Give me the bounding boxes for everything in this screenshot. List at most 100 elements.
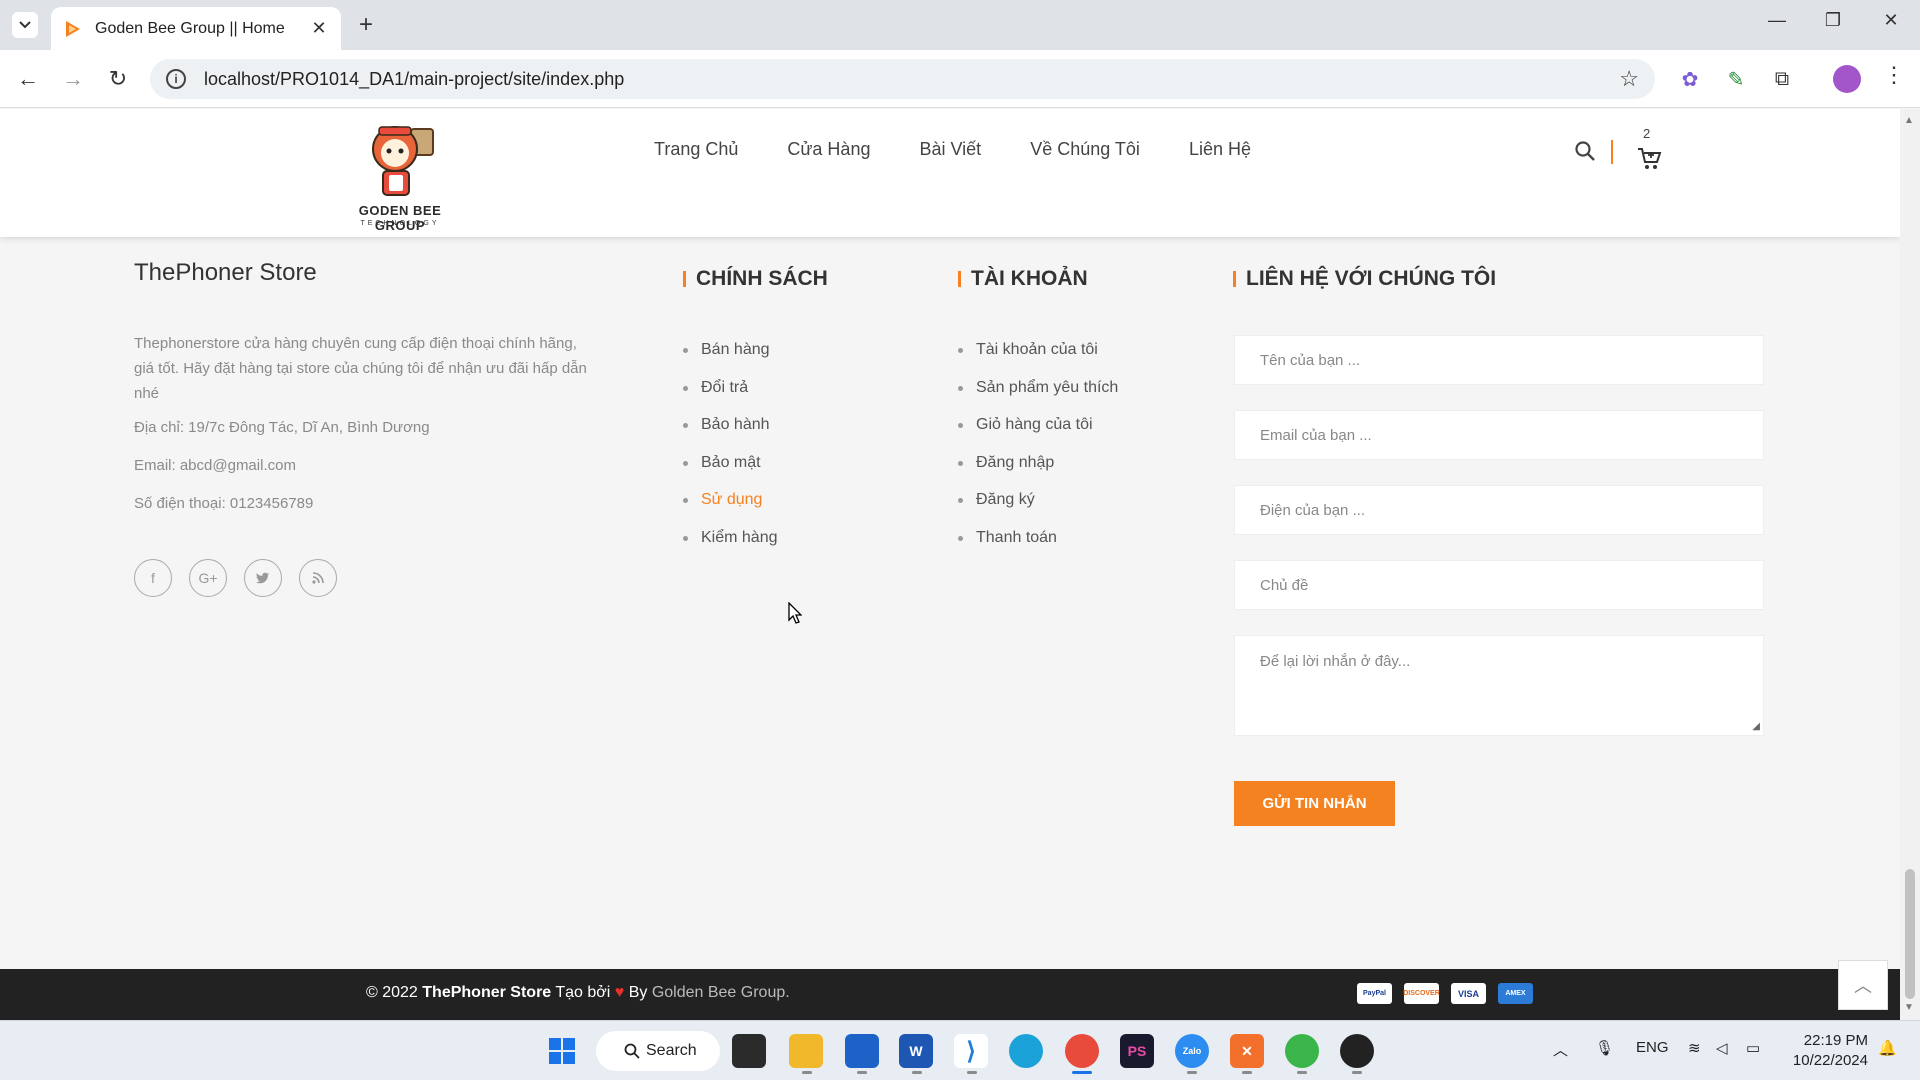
running-indicator <box>1297 1071 1307 1074</box>
send-message-button[interactable]: GỬI TIN NHẮN <box>1234 781 1395 826</box>
name-field[interactable]: Tên của bạn ... <box>1234 335 1764 385</box>
extension-gear-icon[interactable]: ✿ <box>1676 65 1704 93</box>
battery-icon[interactable]: ▭ <box>1746 1039 1760 1057</box>
account-link-register[interactable]: Đăng ký <box>958 491 1118 529</box>
google-plus-icon[interactable]: G+ <box>189 559 227 597</box>
system-clock[interactable]: 22:19 PM 10/22/2024 <box>1786 1031 1868 1071</box>
policy-link-warranty[interactable]: Bảo hành <box>683 416 778 454</box>
extension-pen-icon[interactable]: ✎ <box>1722 65 1750 93</box>
scroll-thumb[interactable] <box>1905 869 1915 999</box>
policy-link-returns[interactable]: Đổi trả <box>683 379 778 417</box>
back-button[interactable]: ← <box>13 64 43 94</box>
page-viewport: GODEN BEE GROUP TECHNOLOGY Trang Chủ Cửa… <box>0 109 1900 1020</box>
windows-start-icon[interactable] <box>545 1034 579 1068</box>
resize-handle-icon[interactable]: ◢ <box>1752 721 1760 732</box>
payment-methods: PayPal DISCOVER VISA AMEX <box>1357 983 1533 1004</box>
address-bar[interactable]: i localhost/PRO1014_DA1/main-project/sit… <box>150 59 1655 99</box>
new-tab-button[interactable]: + <box>352 11 380 39</box>
rss-glyph <box>312 572 324 584</box>
policy-link-privacy[interactable]: Bảo mật <box>683 454 778 492</box>
tab-list-button[interactable] <box>12 12 38 38</box>
logo-text: GODEN BEE GROUP <box>358 203 442 233</box>
policy-link-sales[interactable]: Bán hàng <box>683 341 778 379</box>
store-icon[interactable] <box>845 1034 879 1068</box>
forward-button[interactable]: → <box>58 64 88 94</box>
email-field[interactable]: Email của bạn ... <box>1234 410 1764 460</box>
wifi-icon[interactable]: ≋ <box>1688 1039 1701 1057</box>
messaging-app-icon[interactable] <box>1285 1034 1319 1068</box>
taskbar: Search W ⟩ PS Zalo ✕ ︿ 🎙 ENG ≋ ◁ ▭ 22:19… <box>0 1020 1920 1080</box>
language-indicator[interactable]: ENG <box>1636 1039 1669 1056</box>
nav-contact[interactable]: Liên Hệ <box>1189 139 1251 160</box>
search-icon <box>624 1043 640 1059</box>
cart-count-badge: 2 <box>1643 126 1651 141</box>
taskbar-search[interactable]: Search <box>596 1031 720 1071</box>
facebook-icon[interactable]: f <box>134 559 172 597</box>
obs-icon[interactable] <box>1340 1034 1374 1068</box>
scroll-up-icon[interactable]: ▲ <box>1904 115 1914 126</box>
copyright-middle: Tạo bởi <box>551 984 615 1001</box>
url-text[interactable]: localhost/PRO1014_DA1/main-project/site/… <box>204 69 1619 90</box>
nav-home[interactable]: Trang Chủ <box>654 139 738 160</box>
policy-link-inspection[interactable]: Kiểm hàng <box>683 529 778 567</box>
search-icon[interactable] <box>1573 139 1597 163</box>
minimize-button[interactable]: — <box>1762 10 1792 31</box>
close-window-button[interactable]: ✕ <box>1876 10 1906 31</box>
restore-button[interactable]: ❐ <box>1818 10 1848 31</box>
header-divider <box>1611 140 1613 164</box>
bookmark-star-icon[interactable]: ☆ <box>1619 66 1639 92</box>
chrome-icon[interactable] <box>1065 1034 1099 1068</box>
page-scrollbar[interactable]: ▲ ▼ <box>1900 109 1920 1020</box>
running-indicator <box>802 1071 812 1074</box>
site-info-icon[interactable]: i <box>166 69 186 89</box>
rss-icon[interactable] <box>299 559 337 597</box>
subject-field[interactable]: Chủ đề <box>1234 560 1764 610</box>
nav-about[interactable]: Về Chúng Tôi <box>1030 139 1140 160</box>
account-link-my-account[interactable]: Tài khoản của tôi <box>958 341 1118 379</box>
account-link-cart[interactable]: Giỏ hàng của tôi <box>958 416 1118 454</box>
copyright-group[interactable]: Golden Bee Group. <box>652 984 790 1001</box>
vscode-icon[interactable]: ⟩ <box>954 1034 988 1068</box>
twitter-icon[interactable] <box>244 559 282 597</box>
site-logo[interactable]: GODEN BEE GROUP TECHNOLOGY <box>335 119 465 233</box>
discover-icon: DISCOVER <box>1403 983 1440 1004</box>
tab-title: Goden Bee Group || Home <box>95 19 285 37</box>
notification-bell-icon[interactable]: 🔔 <box>1878 1039 1897 1057</box>
browser-menu-icon[interactable]: ⋮ <box>1883 62 1905 88</box>
mouse-cursor-icon <box>788 602 802 624</box>
volume-icon[interactable]: ◁ <box>1716 1039 1728 1057</box>
copyright-store[interactable]: ThePhoner Store <box>422 984 551 1001</box>
word-icon[interactable]: W <box>899 1034 933 1068</box>
nav-blog[interactable]: Bài Viết <box>919 139 981 160</box>
file-explorer-icon[interactable] <box>789 1034 823 1068</box>
browser-tab-active[interactable]: Goden Bee Group || Home ✕ <box>51 7 341 50</box>
twitter-bird-glyph <box>256 572 270 584</box>
back-to-top-button[interactable]: ︿ <box>1838 960 1888 1010</box>
phpstorm-icon[interactable]: PS <box>1120 1034 1154 1068</box>
footer-address: Địa chỉ: 19/7c Đông Tác, Dĩ An, Bình Dươ… <box>134 419 430 436</box>
microphone-icon[interactable]: 🎙 <box>1595 1039 1614 1057</box>
zalo-icon[interactable]: Zalo <box>1175 1034 1209 1068</box>
task-view-icon[interactable] <box>732 1034 766 1068</box>
account-link-wishlist[interactable]: Sản phẩm yêu thích <box>958 379 1118 417</box>
extensions-puzzle-icon[interactable]: ⧉ <box>1768 65 1796 93</box>
tray-overflow-icon[interactable]: ︿ <box>1553 1039 1568 1060</box>
play-favicon-icon <box>66 20 80 37</box>
message-textarea[interactable]: Để lại lời nhắn ở đây... ◢ <box>1234 635 1764 736</box>
main-nav: Trang Chủ Cửa Hàng Bài Viết Về Chúng Tôi… <box>654 139 1251 160</box>
phone-field[interactable]: Điện của bạn ... <box>1234 485 1764 535</box>
xampp-icon[interactable]: ✕ <box>1230 1034 1264 1068</box>
edge-icon[interactable] <box>1009 1034 1043 1068</box>
reload-button[interactable]: ↻ <box>103 64 133 94</box>
account-link-checkout[interactable]: Thanh toán <box>958 529 1118 567</box>
footer-store-name: ThePhoner Store <box>134 259 317 286</box>
policy-link-usage[interactable]: Sử dụng <box>683 491 778 529</box>
nav-shop[interactable]: Cửa Hàng <box>787 139 870 160</box>
profile-avatar[interactable] <box>1833 65 1861 93</box>
paypal-icon: PayPal <box>1357 983 1392 1004</box>
account-link-login[interactable]: Đăng nhập <box>958 454 1118 492</box>
close-tab-icon[interactable]: ✕ <box>309 18 329 39</box>
logo-subtext: TECHNOLOGY <box>360 220 440 227</box>
scroll-down-icon[interactable]: ▼ <box>1904 1002 1914 1013</box>
cart-icon[interactable] <box>1636 145 1662 171</box>
